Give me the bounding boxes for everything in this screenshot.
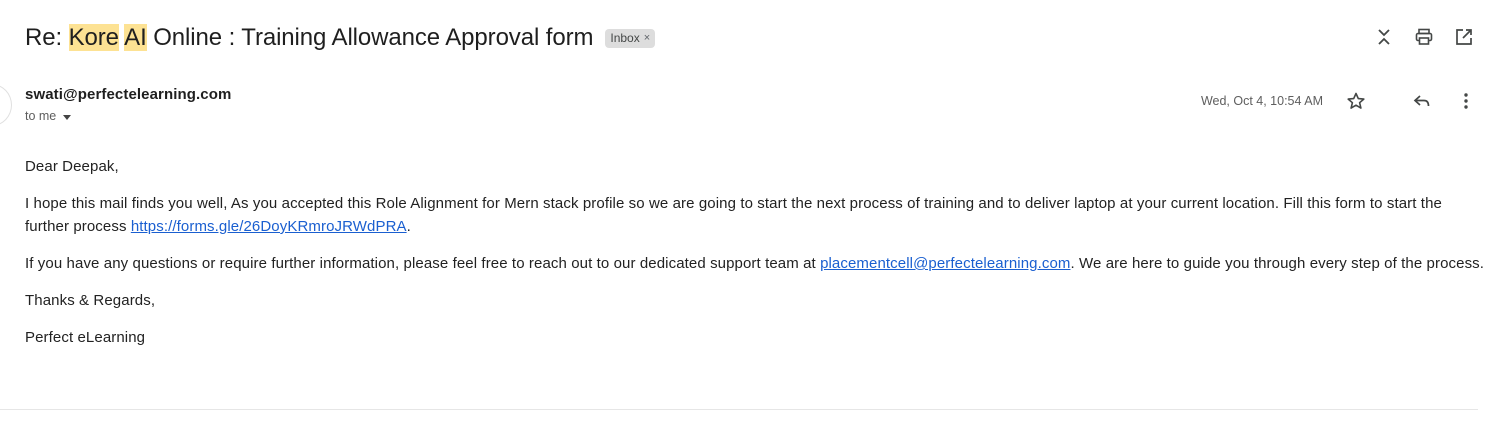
subject-rest: Online : Training Allowance Approval for…	[146, 24, 594, 51]
message-date: Wed, Oct 4, 10:54 AM	[1200, 94, 1323, 108]
inbox-label-text: Inbox	[610, 30, 640, 45]
message-body: Dear Deepak, I hope this mail finds you …	[25, 155, 1485, 363]
signature: Perfect eLearning	[25, 329, 146, 346]
star-button[interactable]	[1345, 88, 1367, 114]
sender-address[interactable]: swati@perfectelearning.com	[25, 86, 231, 103]
message-meta: Wed, Oct 4, 10:54 AM	[1201, 88, 1477, 114]
print-all-button[interactable]	[1413, 24, 1435, 50]
more-vertical-icon	[1464, 93, 1468, 109]
remove-label-button[interactable]: ×	[644, 31, 650, 46]
form-link[interactable]: https://forms.gle/26DoyKRmroJRWdPRA	[131, 218, 407, 235]
greeting: Dear Deepak,	[25, 158, 119, 175]
more-options-button[interactable]	[1455, 88, 1477, 114]
thread-toolbar	[1373, 24, 1475, 50]
inbox-label-badge: Inbox ×	[605, 28, 656, 48]
recipient-details-toggle[interactable]: to me	[25, 109, 72, 123]
paragraph-2: If you have any questions or require fur…	[25, 252, 1485, 275]
paragraph-2-end: . We are here to guide you through every…	[1070, 255, 1485, 272]
reply-icon	[1413, 95, 1430, 107]
print-icon	[1415, 28, 1433, 45]
reply-button[interactable]	[1411, 88, 1433, 114]
star-icon	[1347, 92, 1365, 109]
open-in-new-window-button[interactable]	[1453, 24, 1475, 50]
subject-prefix: Re:	[25, 24, 69, 51]
paragraph-1-end: .	[406, 218, 411, 235]
paragraph-2-text: If you have any questions or require fur…	[25, 255, 821, 272]
collapse-all-button[interactable]	[1373, 24, 1395, 50]
recipient-line: to me	[25, 109, 57, 123]
closing: Thanks & Regards,	[25, 292, 156, 309]
collapse-all-icon	[1378, 29, 1390, 45]
subject-highlight-ai: AI	[124, 24, 147, 51]
sender-avatar[interactable]	[0, 84, 12, 126]
subject-row: Re: Kore AI Online : Training Allowance …	[25, 22, 656, 54]
email-subject: Re: Kore AI Online : Training Allowance …	[25, 24, 593, 52]
subject-highlight-kore: Kore	[68, 24, 119, 51]
chevron-down-icon	[63, 114, 72, 120]
divider	[0, 409, 1478, 410]
support-email-link[interactable]: placementcell@perfectelearning.com	[820, 255, 1070, 272]
open-in-new-window-icon	[1456, 29, 1472, 45]
paragraph-1: I hope this mail finds you well, As you …	[25, 192, 1485, 238]
